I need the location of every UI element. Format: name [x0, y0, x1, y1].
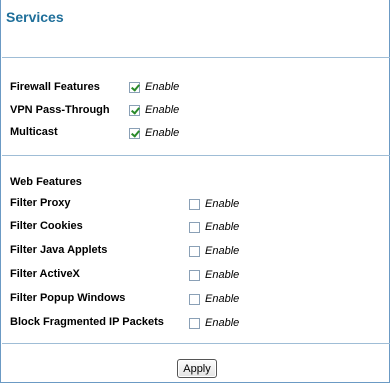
- divider-middle: [2, 155, 390, 156]
- firewall-features-enable-label: Enable: [145, 81, 180, 93]
- multicast-label: Multicast: [10, 126, 58, 138]
- vpn-pass-through-checkbox[interactable]: [129, 105, 140, 116]
- filter-java-applets-label: Filter Java Applets: [10, 244, 108, 256]
- filter-cookies-enable-label: Enable: [205, 221, 240, 233]
- filter-activex-enable-label: Enable: [205, 269, 240, 281]
- web-features-heading: Web Features: [10, 176, 82, 188]
- block-fragmented-ip-packets-label: Block Fragmented IP Packets: [10, 316, 164, 328]
- block-fragmented-ip-packets-checkbox[interactable]: [189, 318, 200, 329]
- filter-java-applets-checkbox[interactable]: [189, 246, 200, 257]
- multicast-enable-label: Enable: [145, 127, 180, 139]
- filter-popup-windows-enable-label: Enable: [205, 293, 240, 305]
- multicast-checkbox[interactable]: [129, 128, 140, 139]
- filter-proxy-checkbox[interactable]: [189, 199, 200, 210]
- firewall-features-label: Firewall Features: [10, 81, 100, 93]
- filter-cookies-checkbox[interactable]: [189, 222, 200, 233]
- divider-bottom: [2, 343, 390, 344]
- filter-activex-checkbox[interactable]: [189, 270, 200, 281]
- filter-activex-label: Filter ActiveX: [10, 268, 80, 280]
- divider-top: [2, 57, 390, 58]
- vpn-pass-through-label: VPN Pass-Through: [10, 104, 110, 116]
- filter-proxy-enable-label: Enable: [205, 198, 240, 210]
- filter-java-applets-enable-label: Enable: [205, 245, 240, 257]
- filter-proxy-label: Filter Proxy: [10, 197, 71, 209]
- apply-button[interactable]: Apply: [177, 359, 217, 378]
- page-title: Services: [6, 9, 64, 25]
- vpn-pass-through-enable-label: Enable: [145, 104, 180, 116]
- filter-popup-windows-label: Filter Popup Windows: [10, 292, 126, 304]
- filter-cookies-label: Filter Cookies: [10, 220, 83, 232]
- filter-popup-windows-checkbox[interactable]: [189, 294, 200, 305]
- firewall-features-checkbox[interactable]: [129, 82, 140, 93]
- block-fragmented-ip-packets-enable-label: Enable: [205, 317, 240, 329]
